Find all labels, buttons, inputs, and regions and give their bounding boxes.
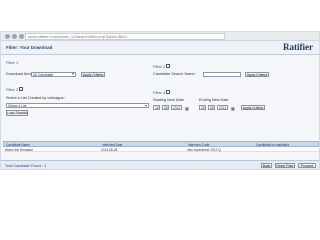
back-icon[interactable] (5, 34, 10, 39)
filter-3-checkbox[interactable] (19, 87, 23, 91)
filter-4-label: Filter 4 (153, 90, 166, 95)
forward-icon[interactable] (12, 34, 17, 39)
refresh-icon[interactable] (19, 34, 24, 39)
back-button[interactable]: Back (261, 162, 272, 168)
load-shortlist-button[interactable]: Load Shortlist (6, 110, 28, 116)
reset-filter-button[interactable]: Reset Filter (275, 162, 295, 168)
filter-1-label: Filter 1 (6, 60, 19, 65)
download-area-select[interactable]: All Candidate (31, 71, 76, 77)
filter-4-checkbox[interactable] (166, 90, 170, 94)
start-day-select[interactable]: 18 (153, 105, 160, 110)
end-day-select[interactable]: 28 (199, 105, 206, 110)
download-area-label: Download Area: (6, 72, 33, 76)
filter-3-label: Filter 3 (6, 87, 19, 92)
filter-2-apply-button[interactable]: Apply Criteria (245, 71, 269, 77)
address-bar[interactable]: www.ratifier.com/admin_v2/search/filter.… (25, 33, 225, 40)
candidate-search-input[interactable] (203, 71, 241, 77)
end-date-label: Ending New Date (199, 98, 229, 102)
page-title: Filter: Your Download (6, 45, 53, 50)
start-date-label: Starting New Date (153, 98, 184, 102)
start-year-select[interactable]: 2013 (171, 105, 182, 110)
screenshot-stage: www.ratifier.com/admin_v2/search/filter.… (0, 0, 320, 240)
cell-candidate-name[interactable]: Momo the Dinosaur (5, 148, 33, 152)
table-row[interactable]: Momo the Dinosaur 2013-08-28 new experie… (3, 147, 319, 152)
proceed-button[interactable]: Proceed (298, 162, 316, 168)
filter-2-label: Filter 2 (153, 64, 166, 69)
app-window: www.ratifier.com/admin_v2/search/filter.… (0, 31, 320, 170)
filter-2-checkbox[interactable] (166, 64, 170, 68)
browser-nav (5, 34, 24, 39)
filter-1-apply-button[interactable]: Apply Criteria (81, 71, 105, 77)
cell-interview-code: new experience 2013 Q (187, 147, 221, 152)
browser-toolbar: www.ratifier.com/admin_v2/search/filter.… (1, 32, 319, 41)
calendar-icon-end[interactable]: ▦ (231, 106, 235, 111)
app-header: Filter: Your Download Ratifier (1, 41, 319, 55)
footer-bar: Total Candidate Found : 1 Back Reset Fil… (1, 160, 319, 169)
cell-interview-date: 2013-08-28 (101, 147, 118, 152)
calendar-icon-start[interactable]: ▦ (185, 106, 189, 111)
end-year-select[interactable]: 2013 (217, 105, 228, 110)
colleague-list-select[interactable]: Select a List (6, 103, 149, 108)
start-month-select[interactable]: 08 (162, 105, 169, 110)
filter-4-apply-button[interactable]: Apply Criteria (241, 104, 265, 110)
select-list-label: Select a List Created by colleague: (6, 96, 65, 100)
end-month-select[interactable]: 08 (208, 105, 215, 110)
brand-logo: Ratifier (283, 42, 313, 52)
candidate-search-label: Candidate Search Name: (153, 72, 196, 76)
total-found-text: Total Candidate Found : 1 (5, 163, 47, 168)
